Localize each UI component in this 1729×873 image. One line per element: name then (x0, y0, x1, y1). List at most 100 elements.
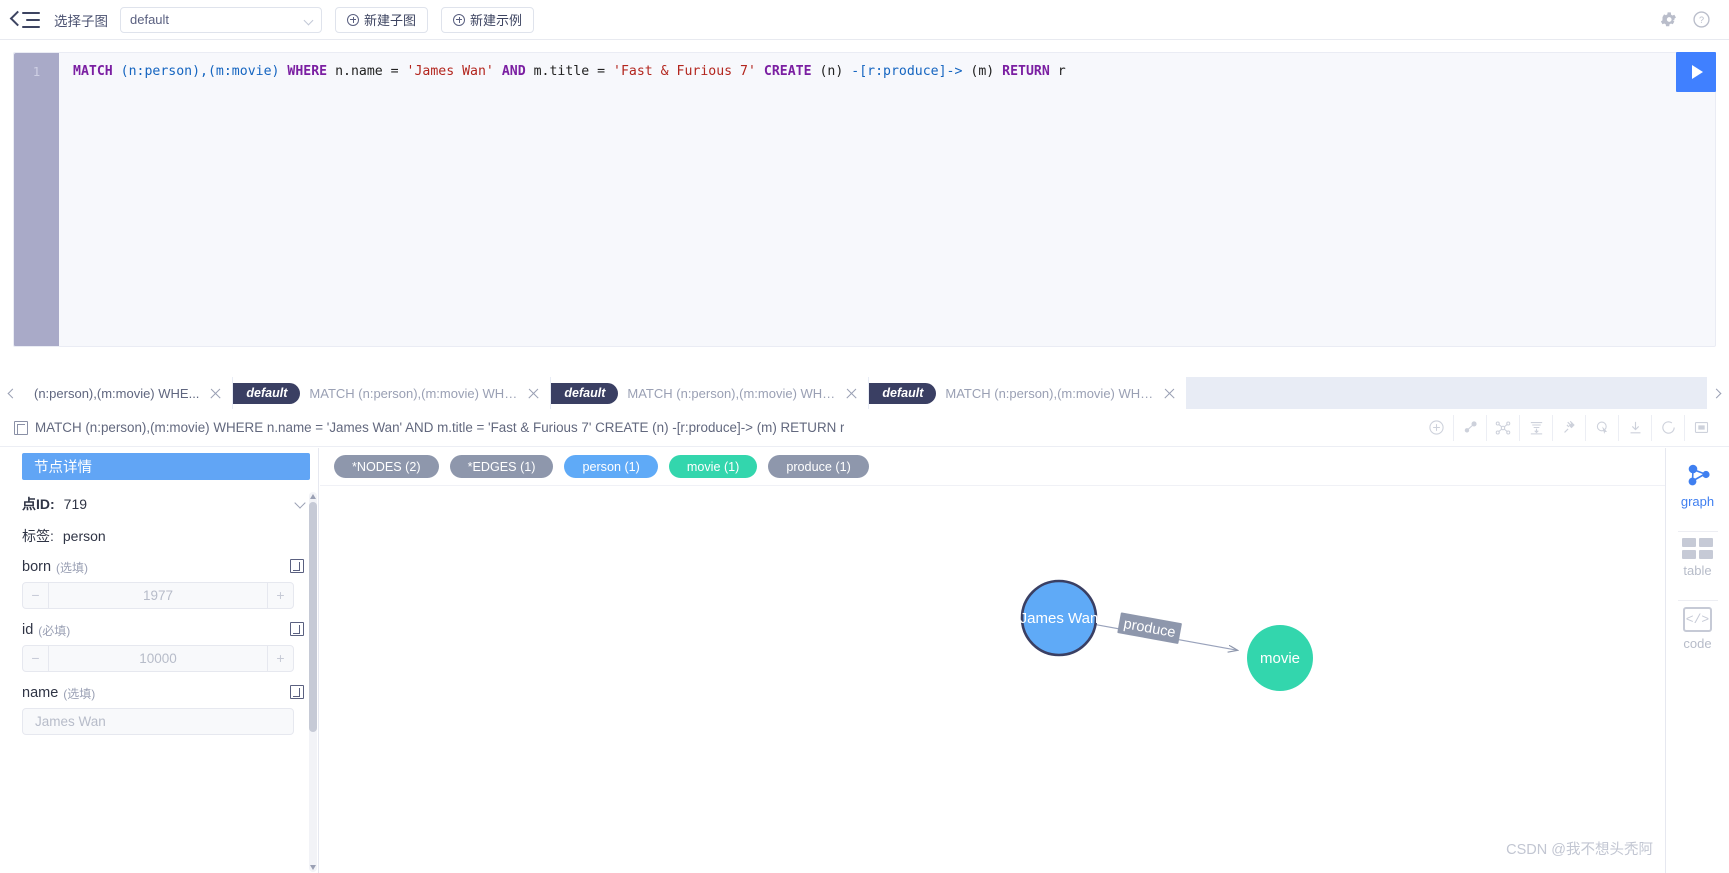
rail-item-graph[interactable]: graph (1666, 462, 1729, 509)
property-required-hint: (必填) (38, 623, 71, 638)
close-tab-icon[interactable] (209, 387, 222, 400)
property-name: name (22, 685, 59, 701)
result-tab[interactable]: default MATCH (n:person),(m:movie) WHE... (551, 377, 870, 409)
align-collapse-icon[interactable] (1519, 414, 1552, 441)
tab-scroll-right-button[interactable] (1707, 377, 1729, 409)
rail-divider (1677, 531, 1718, 532)
copy-icon[interactable] (290, 559, 304, 573)
scroll-up-arrow-icon[interactable] (310, 494, 316, 499)
scroll-down-arrow-icon[interactable] (310, 865, 316, 870)
graph-node[interactable]: James Wan (1020, 579, 1099, 657)
node-link-icon[interactable] (1453, 414, 1486, 441)
code-token: 'James Wan' (406, 64, 494, 79)
code-token: m.title (533, 64, 590, 79)
result-tab-strip: (n:person),(m:movie) WHE... default MATCH … (0, 377, 1729, 409)
copy-query-icon[interactable] (14, 420, 28, 435)
code-token: MATCH (73, 64, 113, 79)
code-token: 'Fast & Furious 7' (613, 64, 756, 79)
detail-scrollbar-thumb[interactable] (309, 502, 317, 732)
property-value[interactable]: 1977 (49, 588, 267, 603)
chevron-left-icon (7, 388, 18, 398)
result-tab-label: MATCH (n:person),(m:movie) WHE... (309, 385, 518, 401)
graph-edge-label[interactable]: produce (1117, 612, 1182, 644)
result-tab-label: MATCH (n:person),(m:movie) WHE... (945, 385, 1154, 401)
increment-button[interactable]: + (267, 646, 293, 671)
editor-code[interactable]: MATCH (n:person),(m:movie) WHERE n.name … (59, 53, 1715, 346)
rail-divider (1677, 600, 1718, 601)
tab-scroll-left-button[interactable] (0, 377, 22, 409)
new-example-label: 新建示例 (470, 13, 523, 28)
code-token: (n:person),(m:movie) (120, 64, 280, 79)
property-field-list: born (选填) −1977 + id (必填) −10000 + name (选填) James… (22, 552, 310, 735)
node-detail-panel: 节点详情 点ID: 719 标签: person born (选填) −1977 + i… (13, 448, 319, 873)
increment-button[interactable]: + (267, 583, 293, 608)
node-label-key: 标签: (22, 528, 54, 544)
close-tab-icon[interactable] (1163, 387, 1176, 400)
rail-item-table-label: table (1683, 563, 1712, 578)
property-value[interactable]: 10000 (49, 651, 267, 666)
add-node-icon[interactable] (1420, 415, 1453, 441)
copy-icon[interactable] (290, 685, 304, 699)
rail-item-graph-label: graph (1680, 494, 1715, 509)
decrement-button[interactable]: − (23, 646, 49, 671)
pin-icon[interactable] (1552, 414, 1585, 441)
result-tab[interactable]: default MATCH (n:person),(m:movie) WHE... (869, 377, 1188, 409)
watermark: CSDN @我不想头秃阿 (1506, 842, 1653, 858)
label-chip[interactable]: *EDGES (1) (449, 455, 554, 478)
node-label-value: person (62, 528, 106, 544)
gear-icon[interactable] (1659, 10, 1678, 29)
result-tab[interactable]: default MATCH (n:person),(m:movie) WHE... (233, 377, 552, 409)
graph-node-label: movie (1260, 650, 1300, 667)
view-mode-rail: graph table </> code (1665, 448, 1729, 873)
hamburger-back-icon[interactable] (9, 9, 40, 31)
property-number-input[interactable]: −10000 + (22, 645, 294, 672)
rail-item-table[interactable]: table (1666, 538, 1729, 578)
label-chip[interactable]: produce (1) (768, 455, 869, 478)
tab-subgraph-badge: default (869, 382, 937, 404)
rail-item-code[interactable]: </> code (1666, 607, 1729, 651)
code-token: r (1049, 64, 1066, 79)
graph-toolbar (1420, 414, 1717, 441)
subgraph-select[interactable]: default (120, 6, 322, 33)
network-layout-icon[interactable] (1486, 414, 1519, 441)
download-icon[interactable] (1618, 414, 1651, 441)
decrement-button[interactable]: − (23, 583, 49, 608)
plus-circle-icon (453, 13, 466, 26)
property-name: born (22, 559, 52, 575)
new-subgraph-button[interactable]: 新建子图 (335, 6, 429, 33)
graph-node[interactable]: movie (1247, 625, 1313, 691)
new-subgraph-label: 新建子图 (364, 13, 417, 28)
graph-node-icon (1688, 464, 1710, 486)
fullscreen-icon[interactable] (1684, 414, 1717, 441)
query-editor[interactable]: 1 MATCH (n:person),(m:movie) WHERE n.nam… (13, 52, 1716, 347)
label-chip[interactable]: movie (1) (668, 455, 758, 478)
label-chip[interactable]: *NODES (2) (334, 455, 439, 478)
run-query-button[interactable] (1676, 52, 1716, 92)
copy-icon[interactable] (290, 622, 304, 636)
chevron-down-icon[interactable] (294, 497, 306, 509)
code-token: (m) (970, 64, 995, 79)
label-chip[interactable]: person (1) (564, 455, 658, 478)
result-tab[interactable]: (n:person),(m:movie) WHE... (22, 377, 234, 409)
refresh-icon[interactable] (1651, 414, 1684, 441)
close-tab-icon[interactable] (527, 387, 540, 400)
tab-list: (n:person),(m:movie) WHE... default MATCH … (22, 377, 1188, 409)
new-example-button[interactable]: 新建示例 (441, 6, 535, 33)
property-number-input[interactable]: −1977 + (22, 582, 294, 609)
property-text-input[interactable]: James Wan (22, 708, 294, 735)
graph-svg: produce James Wan movie (1020, 579, 1313, 691)
node-id-row: 点ID: 719 (22, 488, 310, 520)
code-token: WHERE (287, 64, 328, 79)
property-required-hint: (选填) (56, 560, 89, 575)
detail-scrollbar[interactable] (309, 492, 317, 872)
chevron-right-icon (1711, 388, 1722, 398)
help-circle-icon[interactable]: ? (1692, 10, 1711, 29)
select-cursor-icon[interactable] (1585, 414, 1618, 441)
graph-canvas[interactable]: produce James Wan movie CSDN @我不想头秃阿 (320, 486, 1665, 873)
close-tab-icon[interactable] (845, 387, 858, 400)
code-token: = (382, 64, 407, 79)
